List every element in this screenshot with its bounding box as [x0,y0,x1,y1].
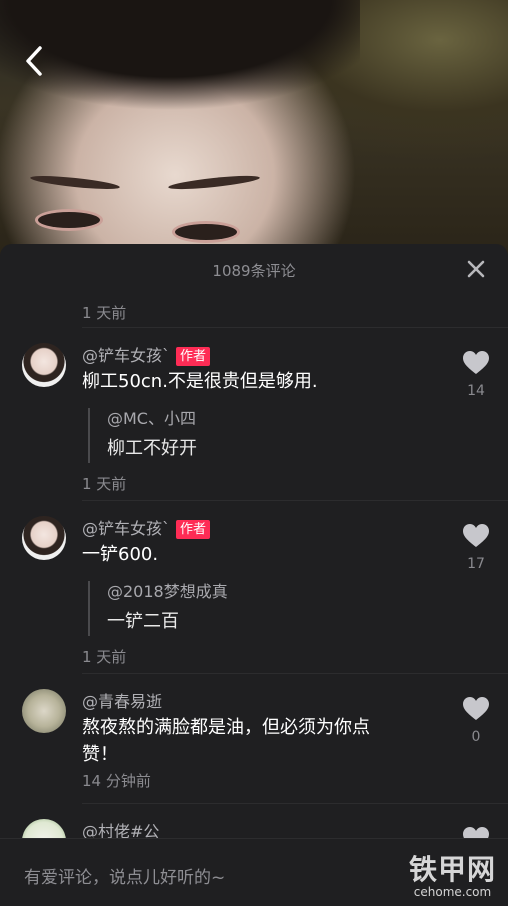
comment-username[interactable]: @铲车女孩` 作者 [82,515,211,539]
comment-text: 熬夜熬的满脸都是油，但必须为你点 赞！ [82,714,442,768]
video-brow-right [167,173,261,192]
like-count: 14 [467,383,485,399]
divider [82,673,508,674]
comment-time: 1 天前 [82,648,127,666]
video-background [0,0,508,260]
divider [82,803,508,804]
chevron-left-icon [26,46,42,76]
comment-text-line: 熬夜熬的满脸都是油，但必须为你点 [82,717,370,738]
video-brow-left [29,173,121,192]
comments-sheet: 1089条评论 1 天前 @铲车女孩` 作者 柳工50cn.不是很贵但是够用. @… [0,244,508,905]
comment-time: 1 天前 [82,475,127,493]
quoted-reply: @2018梦想成真 一铲二百 [88,581,228,636]
video-eye-left [38,212,100,228]
video-hair [0,0,360,120]
username-text[interactable]: @铲车女孩` [82,346,170,365]
close-icon [467,260,485,278]
comment-time: 1 天前 [82,304,127,322]
divider [82,327,508,328]
watermark: 铁甲网 cehome.com [409,848,496,899]
close-button[interactable] [466,259,486,279]
like-button[interactable]: 17 [461,523,491,572]
video-eye-right [175,224,237,240]
like-button[interactable]: 0 [461,696,491,745]
username-text[interactable]: @铲车女孩` [82,519,170,538]
quoted-reply: @MC、小四 柳工不好开 [88,408,197,463]
author-badge: 作者 [176,520,211,539]
divider [82,500,508,501]
watermark-url: cehome.com [413,885,492,899]
comment-text: 柳工50cn.不是很贵但是够用. [82,371,318,392]
comment-time: 14 分钟前 [82,772,151,790]
reply-text: 柳工不好开 [107,438,197,459]
comment-username[interactable]: @铲车女孩` 作者 [82,342,211,366]
comment-username[interactable]: @青春易逝 [82,688,162,712]
heart-icon [463,351,489,374]
heart-icon [463,697,489,720]
comment-text: 一铲600. [82,544,159,565]
avatar[interactable] [22,343,66,387]
heart-icon [463,524,489,547]
comment-count-title: 1089条评论 [212,262,296,280]
back-button[interactable] [20,44,50,78]
reply-username: @MC、小四 [107,409,196,428]
avatar[interactable] [22,689,66,733]
comment-input-placeholder[interactable]: 有爱评论，说点儿好听的~ [24,863,225,888]
reply-username: @2018梦想成真 [107,582,228,601]
like-count: 0 [471,729,481,745]
author-badge: 作者 [176,347,211,366]
comment-text-line: 赞！ [82,744,118,765]
watermark-logo: 铁甲网 [408,853,496,886]
like-button[interactable]: 14 [461,350,491,399]
reply-text: 一铲二百 [107,611,179,632]
avatar[interactable] [22,516,66,560]
like-count: 17 [467,556,485,572]
